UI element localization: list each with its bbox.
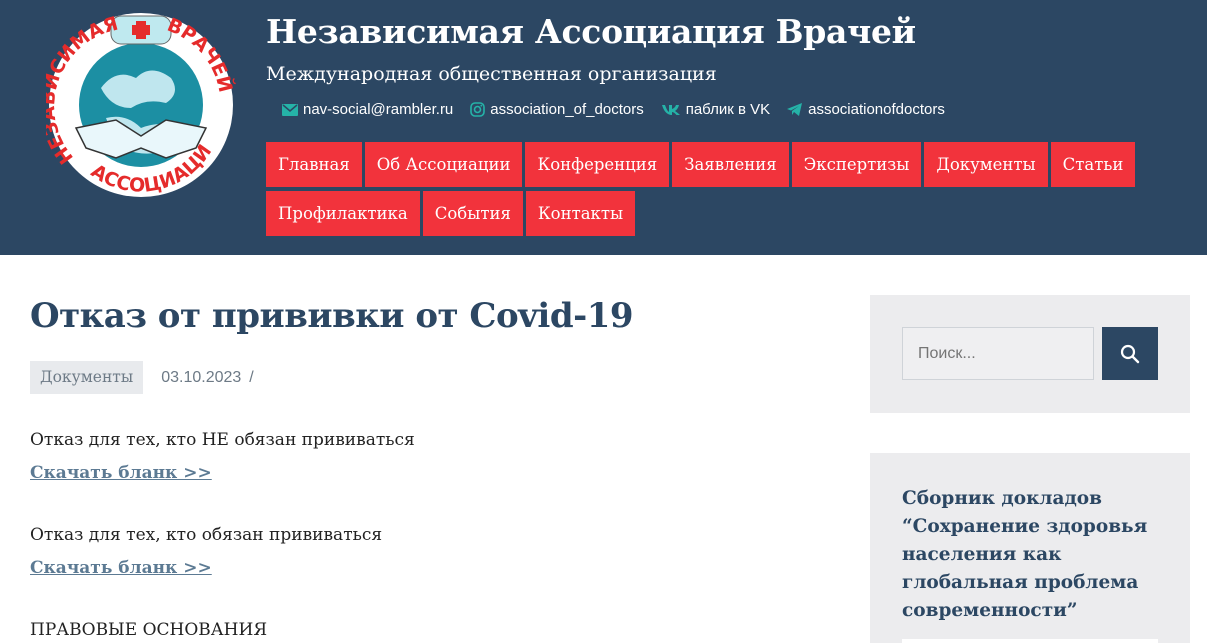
- site-logo[interactable]: НЕЗАВИСИМАЯ АССОЦИАЦИЯ ВРАЧЕЙ: [46, 8, 236, 198]
- book-cover-image[interactable]: [902, 639, 1158, 643]
- download-link-2[interactable]: Скачать бланк >>: [30, 558, 212, 578]
- book-widget-title: Сборник докладов “Сохранение здоровья на…: [902, 488, 1148, 621]
- search-widget: [870, 295, 1190, 413]
- nav-item-about[interactable]: Об Ассоциации: [364, 142, 523, 187]
- post-title: Отказ от прививки от Covid-19: [30, 296, 634, 336]
- download-link-1[interactable]: Скачать бланк >>: [30, 463, 212, 483]
- social-links: nav-social@rambler.ru association_of_doc…: [282, 101, 962, 118]
- social-email-label: nav-social@rambler.ru: [303, 101, 454, 118]
- search-button[interactable]: [1102, 327, 1158, 380]
- social-telegram[interactable]: associationofdoctors: [787, 101, 945, 118]
- site-subtitle: Международная общественная организация: [266, 63, 717, 85]
- nav-item-articles[interactable]: Статьи: [1050, 142, 1136, 187]
- nav-item-contacts[interactable]: Контакты: [525, 191, 636, 236]
- main-nav: Главная Об Ассоциации Конференция Заявле…: [266, 142, 1146, 240]
- instagram-icon: [470, 102, 486, 117]
- nav-item-documents[interactable]: Документы: [924, 142, 1048, 187]
- social-vk-label: паблик в VK: [685, 101, 771, 118]
- post-date[interactable]: 03.10.2023: [161, 369, 241, 387]
- nav-item-prevention[interactable]: Профилактика: [266, 191, 420, 236]
- search-icon: [1120, 344, 1140, 363]
- search-input[interactable]: [902, 327, 1094, 380]
- meta-separator: /: [249, 368, 254, 386]
- social-telegram-label: associationofdoctors: [808, 101, 945, 118]
- nav-item-expertise[interactable]: Экспертизы: [791, 142, 922, 187]
- nav-item-statements[interactable]: Заявления: [672, 142, 789, 187]
- email-icon: [282, 103, 298, 116]
- site-header: НЕЗАВИСИМАЯ АССОЦИАЦИЯ ВРАЧЕЙ Независима…: [0, 0, 1207, 255]
- telegram-icon: [787, 102, 803, 116]
- paragraph-3: ПРАВОВЫЕ ОСНОВАНИЯ: [30, 620, 268, 640]
- nav-item-events[interactable]: События: [422, 191, 523, 236]
- book-widget: Сборник докладов “Сохранение здоровья на…: [870, 453, 1190, 643]
- social-instagram[interactable]: association_of_doctors: [470, 101, 644, 118]
- post-meta: Документы 03.10.2023 /: [30, 361, 254, 394]
- nav-item-home[interactable]: Главная: [266, 142, 362, 187]
- category-badge[interactable]: Документы: [30, 361, 144, 394]
- social-email[interactable]: nav-social@rambler.ru: [282, 101, 453, 118]
- social-vk[interactable]: паблик в VK: [661, 101, 770, 118]
- nav-item-conference[interactable]: Конференция: [525, 142, 670, 187]
- vk-icon: [661, 104, 680, 115]
- paragraph-1: Отказ для тех, кто НЕ обязан прививаться: [30, 430, 415, 450]
- social-instagram-label: association_of_doctors: [490, 101, 644, 118]
- paragraph-2: Отказ для тех, кто обязан прививаться: [30, 525, 383, 545]
- site-title[interactable]: Независимая Ассоциация Врачей: [266, 12, 916, 51]
